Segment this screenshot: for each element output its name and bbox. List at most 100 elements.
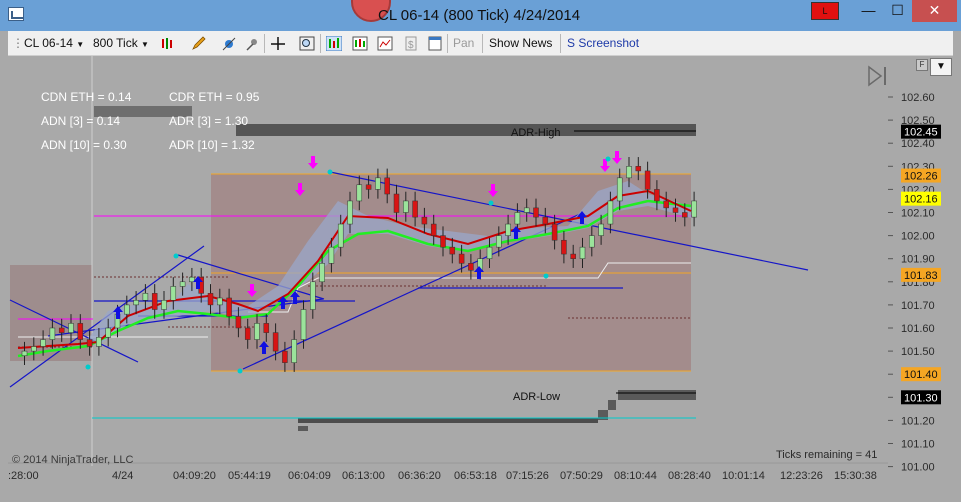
show-news-button[interactable]: Show News	[489, 35, 552, 52]
time-tick-label: 05:44:19	[228, 470, 271, 482]
candle-body	[77, 323, 84, 340]
chevron-down-icon: ▼	[76, 40, 85, 49]
price-marker-label: 102.45	[904, 127, 938, 139]
crosshair-tool-icon[interactable]	[221, 36, 237, 51]
instrument-label: CL 06-14	[24, 36, 73, 50]
instrument-selector[interactable]: CL 06-14 ▼	[24, 35, 84, 52]
price-tick-label: 101.10	[901, 439, 935, 451]
candle-body	[663, 200, 669, 209]
cdr-eth-label: CDR ETH = 0.95	[169, 90, 260, 104]
ticks-remaining-label: Ticks remaining = 41	[776, 449, 878, 461]
chart-panel[interactable]: ADR-High ADR-Low 102.60 102.50 102.40 10…	[8, 56, 953, 502]
chevron-down-icon: ▼	[141, 40, 149, 49]
candle-body	[291, 339, 297, 363]
candle-body	[598, 223, 604, 236]
line-chart-icon[interactable]	[377, 36, 393, 51]
candle-body	[21, 350, 28, 356]
candle-body	[49, 327, 56, 340]
candle-body	[244, 327, 251, 340]
candle-body	[449, 246, 456, 255]
adr10-label: ADR [10] = 1.32	[169, 138, 255, 152]
candle-body	[170, 286, 177, 301]
candle-body	[430, 223, 437, 236]
time-tick-label: 10:01:14	[722, 470, 765, 482]
chart-app-icon	[8, 7, 24, 21]
title-bar[interactable]: CL 06-14 (800 Tick) 4/24/2014 L — ☐ ✕	[0, 0, 961, 31]
chevron-down-icon[interactable]: ▼	[930, 58, 952, 76]
price-tick-label: 102.60	[901, 92, 935, 104]
candle-body	[235, 316, 242, 329]
strategies-icon[interactable]	[352, 36, 368, 51]
candle-body	[682, 212, 688, 218]
candle-body	[375, 177, 381, 190]
candle-body	[486, 246, 493, 259]
candle-body	[440, 235, 446, 248]
crosshair-icon[interactable]	[270, 36, 286, 51]
candle-body	[514, 212, 521, 225]
minimize-button[interactable]: —	[853, 0, 884, 22]
price-tick-label: 101.60	[901, 323, 935, 335]
candle-body	[347, 200, 353, 225]
candle-body	[337, 223, 344, 248]
candle-body	[226, 297, 232, 317]
candle-body	[551, 223, 558, 241]
price-tick-label: 101.70	[901, 300, 935, 312]
time-tick-label: 04:09:20	[173, 470, 216, 482]
candle-body	[179, 281, 186, 287]
play-icon[interactable]	[866, 64, 890, 88]
candle-body	[58, 327, 65, 333]
candle-body	[142, 293, 149, 301]
adn3-label: ADN [3] = 0.14	[41, 114, 121, 128]
candle-body	[523, 207, 530, 213]
candle-body	[616, 177, 623, 202]
candle-body	[96, 336, 102, 347]
period-selector[interactable]: 800 Tick ▼	[93, 35, 149, 52]
maximize-button[interactable]: ☐	[882, 0, 913, 22]
price-tick-label: 101.00	[901, 462, 935, 474]
time-tick-label: 08:10:44	[614, 470, 657, 482]
adr-high-label: ADR-High	[511, 127, 561, 139]
candle-body	[124, 304, 130, 315]
price-marker-label: 101.30	[904, 392, 938, 404]
f-icon[interactable]: F	[916, 59, 928, 71]
candle-body	[263, 323, 270, 333]
candle-body	[272, 332, 279, 352]
adr-low-label: ADR-Low	[513, 391, 560, 403]
candle-body	[579, 246, 586, 259]
time-tick-label: 07:50:29	[560, 470, 603, 482]
time-tick-label: 07:15:26	[506, 470, 549, 482]
toolbar-separator	[482, 34, 483, 53]
dollar-icon[interactable]: $	[403, 36, 419, 51]
pan-button[interactable]: Pan	[453, 35, 474, 52]
price-marker-label: 101.40	[904, 369, 938, 381]
candle-body	[282, 350, 288, 363]
candle-body	[496, 235, 502, 248]
candle-body	[328, 246, 335, 264]
candle-body	[644, 170, 651, 190]
close-button[interactable]: ✕	[912, 0, 957, 22]
candle-body	[365, 184, 372, 190]
time-tick-label: :28:00	[8, 470, 39, 482]
candle-body	[31, 346, 37, 352]
pointer-tool-icon[interactable]	[245, 36, 261, 51]
price-marker-label: 102.16	[904, 194, 938, 206]
price-tick-label: 102.40	[901, 138, 935, 150]
candle-body	[40, 339, 46, 347]
candle-body	[607, 200, 614, 225]
candle-body	[468, 263, 474, 271]
candle-body	[691, 200, 697, 218]
price-chart[interactable]: ADR-High ADR-Low 102.60102.50102.40102.3…	[8, 56, 953, 502]
instrument-link-button[interactable]: L	[811, 2, 839, 20]
properties-icon[interactable]	[427, 36, 443, 51]
candle-body	[561, 239, 567, 255]
screenshot-button[interactable]: S Screenshot	[567, 35, 639, 52]
candle-body	[542, 216, 549, 225]
zoom-icon[interactable]	[299, 36, 315, 51]
price-tick-label: 101.50	[901, 346, 935, 358]
time-tick-label: 15:30:38	[834, 470, 877, 482]
indicators-icon[interactable]	[326, 36, 342, 51]
drawing-pencil-icon[interactable]	[191, 36, 207, 51]
candle-body	[86, 339, 93, 347]
candle-body	[105, 327, 111, 338]
bar-type-icon[interactable]	[160, 36, 176, 51]
